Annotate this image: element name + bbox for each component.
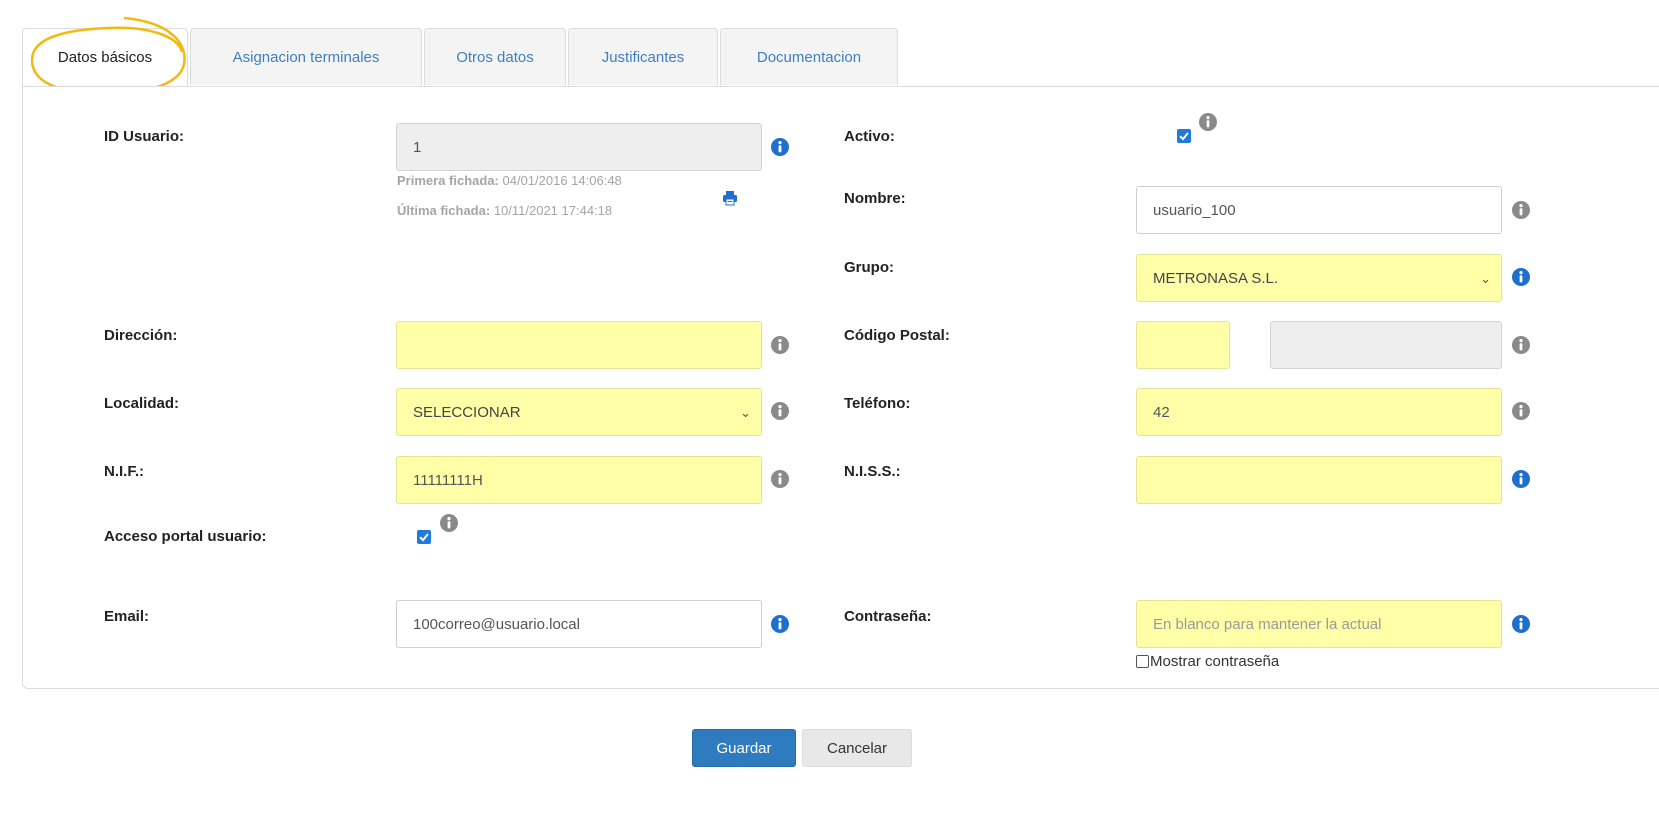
- niss-input[interactable]: [1136, 456, 1502, 504]
- telefono-input[interactable]: [1136, 388, 1502, 436]
- mostrar-contrasena-checkbox[interactable]: [1136, 655, 1149, 668]
- ultima-fichada-value: 10/11/2021 17:44:18: [493, 203, 613, 218]
- localidad-selected-value: SELECCIONAR: [413, 404, 521, 421]
- mostrar-contrasena-label: Mostrar contraseña: [1150, 653, 1280, 670]
- grupo-select[interactable]: METRONASA S.L. ⌄: [1136, 254, 1502, 302]
- contrasena-label: Contraseña:: [844, 608, 932, 625]
- primera-fichada-value: 04/01/2016 14:06:48: [502, 173, 622, 188]
- info-icon[interactable]: [771, 470, 789, 488]
- telefono-label: Teléfono:: [844, 395, 911, 412]
- save-button[interactable]: Guardar: [692, 729, 796, 767]
- grupo-selected-value: METRONASA S.L.: [1153, 270, 1279, 287]
- niss-label: N.I.S.S.:: [844, 463, 901, 480]
- chevron-down-icon: ⌄: [740, 405, 751, 420]
- id-usuario-label: ID Usuario:: [104, 128, 185, 145]
- info-icon[interactable]: [771, 336, 789, 354]
- localidad-label: Localidad:: [104, 395, 180, 412]
- tab-asignacion-terminales[interactable]: Asignacion terminales: [190, 28, 422, 85]
- activo-checkbox[interactable]: [1177, 129, 1191, 143]
- localidad-select[interactable]: SELECCIONAR ⌄: [396, 388, 762, 436]
- codigo-postal-description: [1270, 321, 1502, 369]
- nif-input[interactable]: [396, 456, 762, 504]
- info-icon[interactable]: [1512, 470, 1530, 488]
- info-icon[interactable]: [1199, 113, 1217, 131]
- direccion-input[interactable]: [396, 321, 762, 369]
- direccion-label: Dirección:: [104, 327, 178, 344]
- ultima-fichada-label: Última fichada:: [397, 203, 491, 218]
- info-icon[interactable]: [771, 138, 789, 156]
- id-usuario-input[interactable]: [396, 123, 762, 171]
- info-icon[interactable]: [771, 402, 789, 420]
- cancel-button[interactable]: Cancelar: [802, 729, 912, 767]
- activo-label: Activo:: [844, 128, 895, 145]
- nombre-input[interactable]: [1136, 186, 1502, 234]
- mostrar-contrasena[interactable]: Mostrar contraseña: [1136, 653, 1279, 670]
- info-icon[interactable]: [771, 615, 789, 633]
- email-label: Email:: [104, 608, 150, 625]
- acceso-portal-label: Acceso portal usuario:: [104, 528, 267, 545]
- info-icon[interactable]: [1512, 402, 1530, 420]
- nif-label: N.I.F.:: [104, 463, 144, 480]
- primera-fichada-label: Primera fichada:: [397, 173, 499, 188]
- chevron-down-icon: ⌄: [1480, 271, 1491, 286]
- acceso-portal-checkbox[interactable]: [417, 530, 431, 544]
- tab-documentacion[interactable]: Documentacion: [720, 28, 898, 85]
- print-icon[interactable]: [722, 190, 738, 211]
- primera-fichada: Primera fichada: 04/01/2016 14:06:48: [397, 173, 622, 188]
- codigo-postal-label: Código Postal:: [844, 327, 950, 344]
- email-input[interactable]: [396, 600, 762, 648]
- info-icon[interactable]: [1512, 268, 1530, 286]
- nombre-label: Nombre:: [844, 190, 906, 207]
- tab-justificantes[interactable]: Justificantes: [568, 28, 718, 85]
- info-icon[interactable]: [1512, 336, 1530, 354]
- info-icon[interactable]: [1512, 615, 1530, 633]
- grupo-label: Grupo:: [844, 259, 894, 276]
- tab-datos-basicos[interactable]: Datos básicos: [22, 28, 188, 87]
- info-icon[interactable]: [1512, 201, 1530, 219]
- tab-otros-datos[interactable]: Otros datos: [424, 28, 566, 85]
- codigo-postal-input[interactable]: [1136, 321, 1230, 369]
- info-icon[interactable]: [440, 514, 458, 532]
- contrasena-input[interactable]: [1136, 600, 1502, 648]
- ultima-fichada: Última fichada: 10/11/2021 17:44:18: [397, 203, 612, 218]
